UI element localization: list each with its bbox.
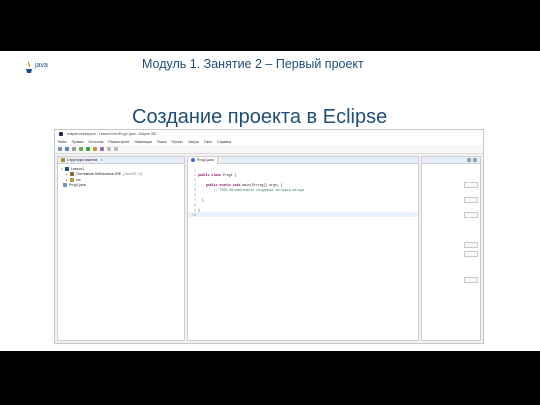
package-icon — [61, 158, 65, 162]
java-file-icon — [63, 183, 67, 188]
java-logo: java — [22, 59, 62, 79]
side-control[interactable] — [464, 251, 478, 257]
side-control[interactable] — [464, 197, 478, 203]
code-content: main(String[] args) { — [240, 182, 283, 187]
code-keyword: public static void — [206, 182, 241, 187]
search-icon[interactable] — [93, 147, 97, 151]
slide: java Модуль 1. Занятие 2 – Первый проект… — [0, 51, 540, 351]
back-icon[interactable] — [107, 147, 111, 151]
open-type-icon[interactable] — [100, 147, 104, 151]
code-text: } — [198, 208, 200, 212]
minimize-icon[interactable] — [467, 158, 471, 162]
maximize-icon[interactable] — [473, 158, 477, 162]
project-tree: ▾ Lesson1 ▸ Системная библиотека JRE [Ja… — [58, 164, 184, 190]
side-control[interactable] — [464, 182, 478, 188]
code-line[interactable]: 10 — [188, 212, 418, 217]
menu-refactor[interactable]: Рефакторинг — [108, 140, 129, 144]
eclipse-icon — [59, 132, 63, 136]
menu-file[interactable]: Файл — [58, 140, 67, 144]
package-explorer-tab[interactable]: Структура пакетов ✕ — [58, 157, 184, 164]
menu-navigate[interactable]: Навигация — [135, 140, 152, 144]
workbench: Структура пакетов ✕ ▾ Lesson1 ▸ Системна… — [55, 155, 483, 343]
coffee-cup-icon — [26, 61, 32, 73]
editor-tab-label: Prog1.java — [197, 158, 214, 162]
side-control[interactable] — [464, 212, 478, 218]
tree-item-detail: [JavaSE-11] — [123, 172, 143, 177]
window-title: eclipse-workspace - Lesson1/src/Prog1.ja… — [67, 132, 157, 136]
package-explorer-label: Структура пакетов — [67, 158, 98, 162]
source-folder-icon — [70, 177, 74, 182]
window-titlebar: eclipse-workspace - Lesson1/src/Prog1.ja… — [55, 130, 483, 138]
tree-item-label: Lesson1 — [71, 166, 85, 171]
new-icon[interactable] — [58, 147, 62, 151]
line-number: 9 — [194, 207, 196, 212]
code-text: public class Prog1 { — [198, 173, 236, 177]
eclipse-window: eclipse-workspace - Lesson1/src/Prog1.ja… — [54, 129, 484, 344]
code-editor: Prog1.java 1 2 public class Prog1 {3 4 publi… — [187, 156, 419, 341]
tab-prog1[interactable]: Prog1.java — [188, 156, 218, 164]
logo-text: java — [35, 62, 48, 69]
line-number: 2 — [194, 172, 196, 177]
side-control[interactable] — [464, 242, 478, 248]
line-number: 8 — [194, 202, 196, 207]
menu-help[interactable]: Справка — [217, 140, 231, 144]
editor-tabs: Prog1.java — [188, 156, 418, 164]
line-number: 10 — [192, 212, 196, 217]
code-text: // TODO Автоматически созданная заглушка… — [198, 188, 304, 192]
side-control[interactable] — [464, 277, 478, 283]
code-area[interactable]: 1 2 public class Prog1 {3 4 public static vo… — [188, 164, 418, 217]
toolbar — [55, 145, 483, 154]
stage: java Модуль 1. Занятие 2 – Первый проект… — [0, 0, 540, 405]
menu-source[interactable]: Источник — [88, 140, 103, 144]
debug-icon[interactable] — [79, 147, 83, 151]
line-number: 6 — [194, 192, 196, 197]
code-content: Prog1 { — [220, 172, 237, 177]
save-icon[interactable] — [65, 147, 69, 151]
code-content: } — [198, 197, 204, 202]
header-title: Модуль 1. Занятие 2 – Первый проект — [142, 57, 364, 71]
line-number: 5 — [194, 187, 196, 192]
tree-item-file[interactable]: Prog1.java — [61, 183, 181, 189]
menu-project[interactable]: Проект — [172, 140, 184, 144]
package-explorer: Структура пакетов ✕ ▾ Lesson1 ▸ Системна… — [57, 156, 185, 341]
code-text: } — [198, 198, 204, 202]
print-icon[interactable] — [72, 147, 76, 151]
line-number: 7 — [194, 197, 196, 202]
library-icon — [70, 172, 74, 177]
outline-panel — [421, 156, 481, 341]
line-number: 3 — [194, 177, 196, 182]
project-icon — [65, 166, 69, 171]
menu-window[interactable]: Окно — [204, 140, 212, 144]
run-icon[interactable] — [86, 147, 90, 151]
menubar: Файл Правка Источник Рефакторинг Навигац… — [55, 138, 483, 145]
forward-icon[interactable] — [114, 147, 118, 151]
tree-item-label: Системная библиотека JRE — [76, 172, 122, 177]
line-number: 4 — [194, 182, 196, 187]
tree-item-label: src — [76, 177, 81, 182]
menu-edit[interactable]: Правка — [72, 140, 84, 144]
code-content: } — [198, 207, 200, 212]
code-comment: // TODO Автоматически созданная заглушка… — [214, 187, 304, 192]
code-text: public static void main(String[] args) { — [198, 183, 283, 187]
java-file-icon — [191, 158, 195, 162]
code-keyword: public class — [198, 172, 221, 177]
outline-toolbar — [422, 157, 480, 164]
menu-run[interactable]: Запуск — [188, 140, 199, 144]
slide-title: Создание проекта в Eclipse — [132, 106, 388, 128]
line-number: 1 — [194, 167, 196, 172]
menu-search[interactable]: Поиск — [157, 140, 167, 144]
close-icon[interactable]: ✕ — [100, 158, 103, 162]
tree-item-label: Prog1.java — [69, 183, 86, 188]
